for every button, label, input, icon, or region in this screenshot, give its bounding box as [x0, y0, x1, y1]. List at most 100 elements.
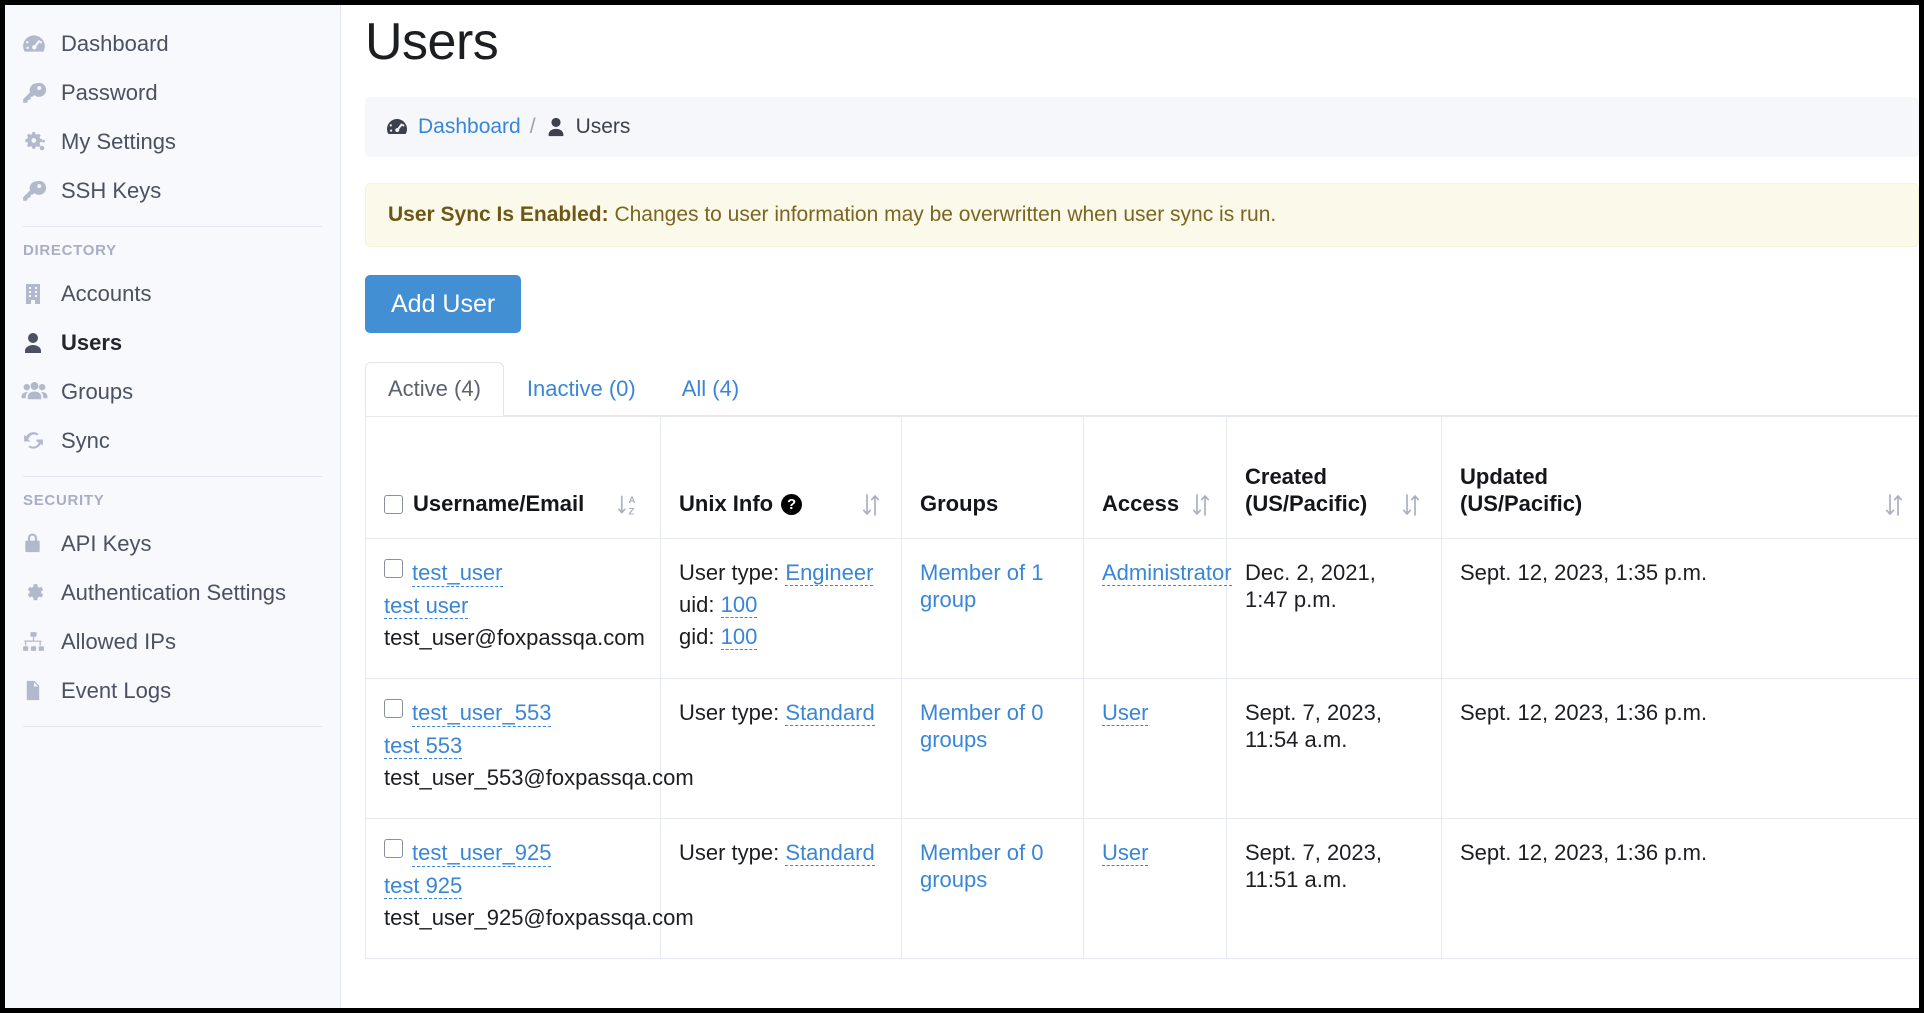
row-select-checkbox[interactable]: [384, 699, 403, 718]
page-title: Users: [365, 5, 1919, 73]
sort-updown-icon[interactable]: [1399, 492, 1423, 518]
sidebar-item-groups[interactable]: Groups: [5, 367, 340, 416]
username-link[interactable]: test_user_553: [412, 699, 551, 727]
column-header-unix-info[interactable]: Unix Info ?: [661, 416, 902, 538]
table-row: test_user test user test_user@foxpassqa.…: [366, 538, 1920, 678]
gid-link[interactable]: 100: [721, 624, 758, 650]
column-header-created[interactable]: Created (US/Pacific): [1227, 416, 1442, 538]
user-type-link[interactable]: Standard: [785, 840, 874, 866]
breadcrumb-separator: /: [530, 115, 536, 139]
gid-label: gid:: [679, 624, 714, 649]
sidebar-group-security: SECURITY API Keys Authentication Setting…: [5, 488, 340, 715]
cell-unix-info: User type: Standard: [661, 818, 902, 958]
sidebar-item-ssh-keys[interactable]: SSH Keys: [5, 166, 340, 215]
breadcrumb-current: Users: [576, 115, 631, 139]
user-status-tabs: Active (4) Inactive (0) All (4): [365, 363, 1919, 416]
tab-active[interactable]: Active (4): [365, 362, 504, 415]
tab-all[interactable]: All (4): [659, 362, 762, 415]
sidebar-item-label: Dashboard: [61, 31, 169, 57]
fullname-link[interactable]: test user: [384, 593, 468, 619]
sidebar-item-authentication-settings[interactable]: Authentication Settings: [5, 568, 340, 617]
sidebar-item-event-logs[interactable]: Event Logs: [5, 666, 340, 715]
sidebar-item-label: SSH Keys: [61, 178, 161, 204]
cell-created: Dec. 2, 2021, 1:47 p.m.: [1227, 538, 1442, 678]
user-icon: [545, 116, 567, 138]
column-label-line2: (US/Pacific): [1460, 491, 1582, 518]
sidebar-item-my-settings[interactable]: My Settings: [5, 117, 340, 166]
user-icon: [21, 331, 51, 355]
sync-icon: [21, 428, 51, 453]
created-text: Dec. 2, 2021, 1:47 p.m.: [1245, 560, 1376, 612]
access-link[interactable]: User: [1102, 840, 1148, 866]
column-header-updated[interactable]: Updated (US/Pacific): [1442, 416, 1920, 538]
sidebar-heading-directory: DIRECTORY: [5, 238, 340, 269]
fullname-link[interactable]: test 553: [384, 733, 462, 759]
fullname-link[interactable]: test 925: [384, 873, 462, 899]
tab-inactive[interactable]: Inactive (0): [504, 362, 659, 415]
sidebar-item-label: Sync: [61, 428, 110, 454]
sort-updown-icon[interactable]: [859, 492, 883, 518]
sidebar-item-users[interactable]: Users: [5, 318, 340, 367]
breadcrumb: Dashboard / Users: [365, 97, 1919, 157]
user-type-label: User type:: [679, 700, 779, 725]
cell-updated: Sept. 12, 2023, 1:36 p.m.: [1442, 678, 1920, 818]
key-icon: [21, 80, 51, 106]
sort-updown-icon[interactable]: [1189, 492, 1213, 518]
cell-created: Sept. 7, 2023, 11:51 a.m.: [1227, 818, 1442, 958]
svg-text:Z: Z: [629, 506, 635, 517]
column-header-username-email[interactable]: Username/Email A Z: [366, 416, 661, 538]
select-all-checkbox[interactable]: [384, 495, 403, 514]
cell-unix-info: User type: Engineer uid: 100 gid: 100: [661, 538, 902, 678]
gears-icon: [21, 129, 51, 155]
lock-icon: [21, 532, 51, 555]
cell-updated: Sept. 12, 2023, 1:35 p.m.: [1442, 538, 1920, 678]
add-user-button[interactable]: Add User: [365, 275, 521, 333]
sort-alpha-down-icon[interactable]: A Z: [617, 492, 642, 518]
cell-unix-info: User type: Standard: [661, 678, 902, 818]
users-table-head: Username/Email A Z: [366, 416, 1920, 538]
sidebar-heading-security: SECURITY: [5, 488, 340, 519]
groups-link[interactable]: Member of 1 group: [920, 560, 1044, 612]
dashboard-icon: [21, 31, 51, 57]
created-text: Sept. 7, 2023, 11:54 a.m.: [1245, 700, 1382, 752]
groups-link[interactable]: Member of 0 groups: [920, 700, 1044, 752]
row-select-checkbox[interactable]: [384, 559, 403, 578]
groups-link[interactable]: Member of 0 groups: [920, 840, 1044, 892]
gear-icon: [21, 580, 51, 605]
building-icon: [21, 282, 51, 306]
row-select-checkbox[interactable]: [384, 839, 403, 858]
help-icon[interactable]: ?: [781, 494, 802, 515]
access-link[interactable]: User: [1102, 700, 1148, 726]
breadcrumb-link-dashboard[interactable]: Dashboard: [418, 115, 521, 139]
user-type-link[interactable]: Standard: [785, 700, 874, 726]
column-header-access[interactable]: Access: [1084, 416, 1227, 538]
email-text: test_user_925@foxpassqa.com: [384, 904, 642, 931]
sidebar-item-api-keys[interactable]: API Keys: [5, 519, 340, 568]
sidebar-item-accounts[interactable]: Accounts: [5, 269, 340, 318]
sitemap-icon: [21, 629, 51, 654]
sidebar-item-label: Users: [61, 330, 122, 356]
alert-body-text: Changes to user information may be overw…: [614, 203, 1276, 226]
app-layout: Dashboard Password My Settings: [5, 5, 1919, 1008]
username-link[interactable]: test_user_925: [412, 839, 551, 867]
sort-updown-icon[interactable]: [1882, 492, 1906, 518]
column-header-groups: Groups: [902, 416, 1084, 538]
user-type-label: User type:: [679, 840, 779, 865]
column-label: Unix Info: [679, 491, 773, 518]
cell-username-email: test_user_553 test 553 test_user_553@fox…: [366, 678, 661, 818]
users-table: Username/Email A Z: [365, 416, 1919, 959]
access-link[interactable]: Administrator: [1102, 560, 1232, 586]
uid-link[interactable]: 100: [721, 592, 758, 618]
cell-username-email: test_user_925 test 925 test_user_925@fox…: [366, 818, 661, 958]
cell-access: User: [1084, 678, 1227, 818]
email-text: test_user@foxpassqa.com: [384, 624, 642, 651]
cell-groups: Member of 0 groups: [902, 678, 1084, 818]
column-label: Username/Email: [413, 491, 584, 518]
sidebar-item-sync[interactable]: Sync: [5, 416, 340, 465]
user-type-link[interactable]: Engineer: [785, 560, 873, 586]
sidebar-item-dashboard[interactable]: Dashboard: [5, 19, 340, 68]
username-link[interactable]: test_user: [412, 559, 503, 587]
sidebar-item-allowed-ips[interactable]: Allowed IPs: [5, 617, 340, 666]
sidebar-item-password[interactable]: Password: [5, 68, 340, 117]
cell-username-email: test_user test user test_user@foxpassqa.…: [366, 538, 661, 678]
